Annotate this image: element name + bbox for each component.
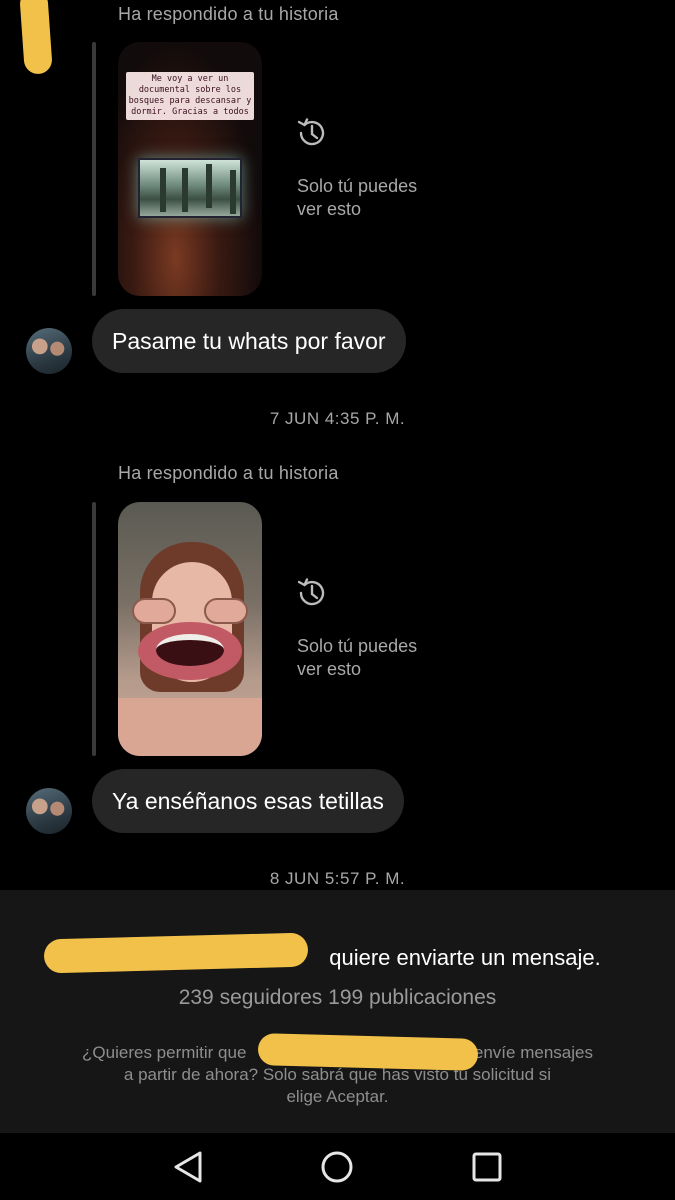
viewed-note: Solo tú puedes ver esto — [297, 175, 417, 221]
message-bubble[interactable]: Pasame tu whats por favor — [92, 309, 406, 373]
redaction-scribble-corner — [19, 0, 53, 75]
message-bubble[interactable]: Ya enséñanos esas tetillas — [92, 769, 404, 833]
request-desc-part1: ¿Quieres permitir que — [82, 1043, 247, 1062]
circle-home-icon[interactable] — [317, 1147, 357, 1187]
redaction-scribble — [257, 1033, 479, 1071]
viewed-note-line1: Solo tú puedes — [297, 636, 418, 656]
request-desc-line2: a partir de ahora? Solo sabrá que has vi… — [123, 1065, 552, 1084]
redaction-scribble — [43, 932, 309, 974]
story-tv-image — [138, 158, 242, 218]
message-timestamp: 7 JUN 4:35 P. M. — [269, 409, 406, 428]
quote-bar — [92, 42, 96, 296]
request-desc-line3: elige Aceptar. — [286, 1087, 389, 1106]
clock-history-icon — [297, 578, 325, 606]
story-photo-mouth-inner — [156, 634, 224, 666]
viewed-note: Solo tú puedes ver esto — [297, 635, 417, 681]
request-title-text: quiere enviarte un mensaje. — [329, 945, 601, 970]
viewed-note-line1: Solo tú puedes — [297, 176, 418, 196]
message-request-panel: quiere enviarte un mensaje. 239 seguidor… — [0, 890, 675, 1133]
system-nav-bar — [0, 1133, 675, 1200]
avatar[interactable] — [26, 788, 72, 834]
viewed-note-line2: ver esto — [297, 199, 362, 219]
avatar[interactable] — [26, 328, 72, 374]
message-timestamp: 8 JUN 5:57 P. M. — [269, 869, 406, 888]
story-photo-body — [118, 698, 262, 756]
story-thumbnail[interactable] — [118, 502, 262, 756]
story-caption: Me voy a ver un documental sobre los bos… — [126, 72, 254, 120]
quote-bar — [92, 502, 96, 756]
story-reply-label: Ha respondido a tu historia — [118, 463, 339, 483]
request-desc-part2: envíe mensajes — [473, 1043, 593, 1062]
story-reply-label: Ha respondido a tu historia — [118, 4, 339, 24]
story-photo-eye — [204, 598, 248, 624]
story-photo-eye — [132, 598, 176, 624]
triangle-back-icon[interactable] — [168, 1147, 208, 1187]
square-recents-icon[interactable] — [467, 1147, 507, 1187]
story-thumbnail[interactable]: Me voy a ver un documental sobre los bos… — [118, 42, 262, 296]
request-profile-stats: 239 seguidores 199 publicaciones — [178, 986, 497, 1009]
clock-history-icon — [297, 118, 325, 146]
viewed-note-line2: ver esto — [297, 659, 362, 679]
